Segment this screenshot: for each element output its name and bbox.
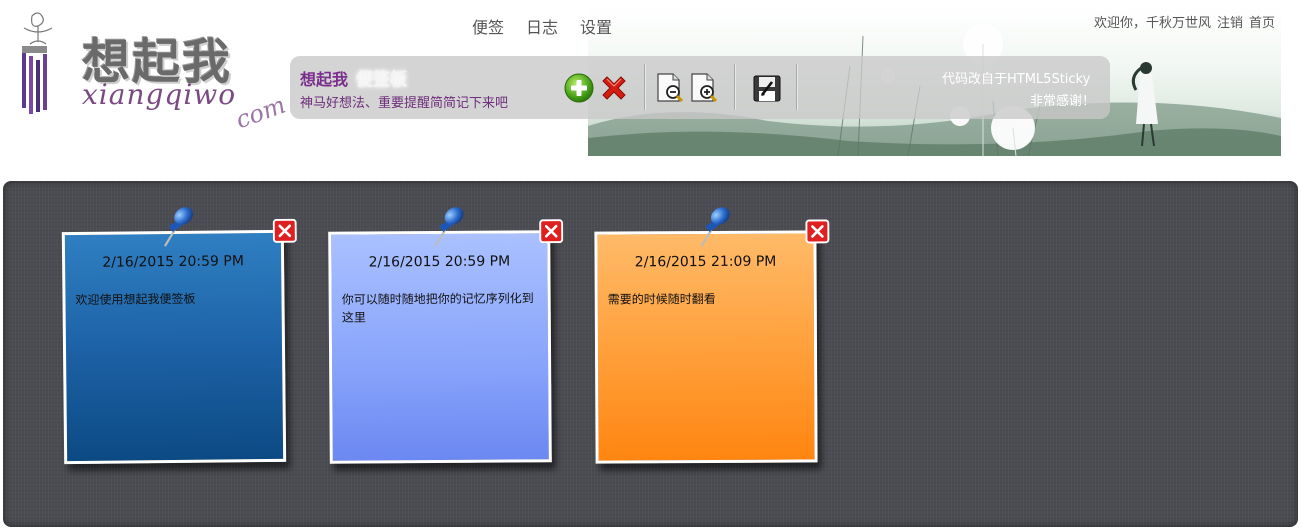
main-nav: 便签 日志 设置 [472, 14, 612, 38]
close-icon [272, 218, 297, 243]
close-note-button[interactable] [805, 219, 830, 244]
add-note-button[interactable] [563, 72, 595, 104]
save-icon [753, 75, 781, 102]
close-icon [805, 219, 830, 244]
toolbar: 想起我 便签板 神马好想法、重要提醒简简记下来吧 代码改自于HTML5Stick… [290, 56, 1110, 119]
nav-notes[interactable]: 便签 [472, 14, 504, 38]
thanks-text: 非常感谢！ [1030, 94, 1096, 109]
tassel-ornament-icon [22, 12, 53, 114]
add-icon [564, 73, 594, 103]
note-content[interactable]: 需要的时候随时翻看 [608, 289, 804, 308]
note-content[interactable]: 欢迎使用想起我便签板 [75, 289, 271, 309]
close-note-button[interactable] [539, 219, 564, 244]
sticky-note[interactable]: 2/16/2015 20:59 PM 欢迎使用想起我便签板 [61, 207, 297, 465]
zoom-out-icon [657, 73, 684, 103]
delete-all-icon [602, 76, 626, 100]
home-link[interactable]: 首页 [1249, 12, 1275, 31]
toolbar-separator [644, 64, 646, 110]
header: 想起我 xiangqiwo com 便签 日志 设置 欢迎你，千秋万世风 注销 … [0, 0, 1301, 175]
close-note-button[interactable] [272, 218, 297, 243]
zoom-in-button[interactable] [688, 72, 720, 104]
pushpin-icon [164, 207, 193, 247]
credit-text: 代码改自于HTML5Sticky [942, 72, 1091, 87]
nav-settings[interactable]: 设置 [580, 14, 612, 38]
toolbar-separator [796, 64, 798, 110]
note-timestamp: 2/16/2015 21:09 PM [634, 253, 777, 271]
user-links: 欢迎你，千秋万世风 注销 首页 [1094, 12, 1275, 31]
delete-all-button[interactable] [598, 72, 630, 104]
logo[interactable]: 想起我 xiangqiwo com [10, 8, 289, 158]
toolbar-separator [734, 64, 736, 110]
app-title: 想起我 [300, 70, 349, 89]
note-timestamp: 2/16/2015 20:59 PM [102, 253, 244, 271]
save-button[interactable] [751, 72, 783, 104]
pushpin-icon [700, 207, 730, 247]
logout-link[interactable]: 注销 [1217, 12, 1243, 31]
note-timestamp: 2/16/2015 20:59 PM [368, 253, 511, 271]
pushpin-icon [434, 207, 464, 247]
logo-pinyin: xiangqiwo [82, 78, 237, 111]
app-title-ghost: 便签板 [356, 70, 407, 90]
nav-diary[interactable]: 日志 [526, 14, 558, 38]
zoom-out-button[interactable] [654, 72, 686, 104]
sticky-note[interactable]: 2/16/2015 21:09 PM 需要的时候随时翻看 [594, 207, 830, 464]
close-icon [539, 219, 564, 244]
note-content[interactable]: 你可以随时随地把你的记忆序列化到这里 [342, 289, 538, 326]
logo-com: com [232, 90, 290, 135]
zoom-in-icon [691, 73, 718, 103]
welcome-text: 欢迎你，千秋万世风 [1093, 16, 1211, 31]
sticky-note[interactable]: 2/16/2015 20:59 PM 你可以随时随地把你的记忆序列化到这里 [328, 207, 564, 464]
sticky-board: 2/16/2015 20:59 PM 欢迎使用想起我便签板 2/16/2015 … [3, 181, 1298, 527]
app-subtitle: 神马好想法、重要提醒简简记下来吧 [300, 96, 509, 111]
